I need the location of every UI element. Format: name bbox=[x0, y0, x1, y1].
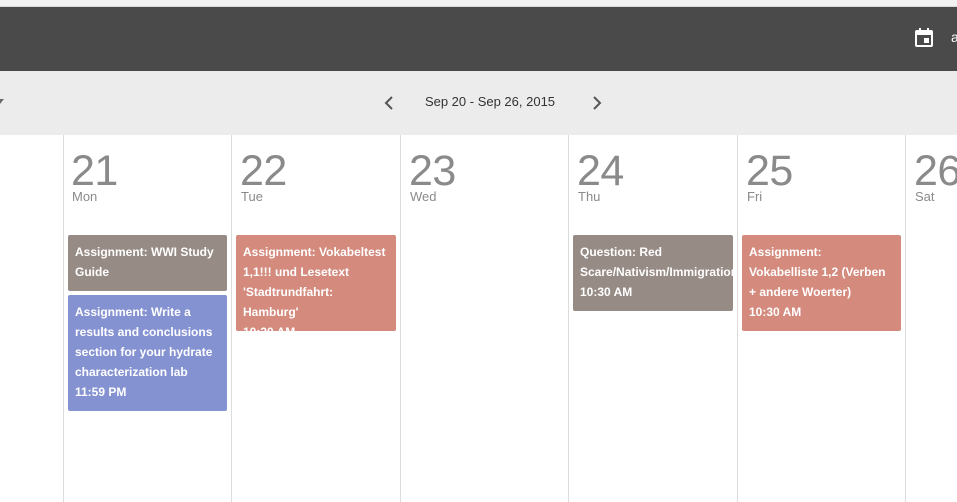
event-vokabelliste[interactable]: Assignment: Vokabelliste 1,2 (Verben + a… bbox=[742, 235, 901, 331]
day-name-thu: Thu bbox=[578, 189, 601, 204]
column-divider bbox=[737, 135, 738, 502]
event-vokabeltest[interactable]: Assignment: Vokabeltest 1,1!!! und Leset… bbox=[236, 235, 396, 331]
chevron-right-icon bbox=[593, 96, 602, 110]
week-grid: 21 Mon 22 Tue 23 Wed 24 Thu 25 Fri 26 Sa… bbox=[0, 135, 957, 502]
browser-top-strip bbox=[0, 0, 957, 7]
event-time: 10:30 AM bbox=[749, 305, 802, 319]
event-title: Assignment: Vokabelliste 1,2 (Verben + a… bbox=[749, 245, 889, 299]
day-name-fri: Fri bbox=[747, 189, 763, 204]
event-title: Assignment: Write a results and conclusi… bbox=[75, 305, 216, 379]
column-divider bbox=[568, 135, 569, 502]
appbar-truncated-label[interactable]: a bbox=[951, 29, 957, 45]
dropdown-arrow-icon[interactable] bbox=[0, 99, 4, 104]
day-name-sat: Sat bbox=[915, 189, 935, 204]
event-time: 10:30 AM bbox=[580, 285, 633, 299]
day-name-wed: Wed bbox=[410, 189, 437, 204]
day-name-mon: Mon bbox=[72, 189, 98, 204]
event-time: 11:59 PM bbox=[75, 385, 127, 399]
next-week-button[interactable] bbox=[585, 91, 609, 115]
column-divider bbox=[63, 135, 64, 502]
event-red-scare-question[interactable]: Question: Red Scare/Nativism/Immigration… bbox=[573, 235, 733, 311]
column-divider bbox=[231, 135, 232, 502]
event-title: Assignment: Vokabeltest 1,1!!! und Leset… bbox=[243, 245, 389, 319]
previous-week-button[interactable] bbox=[377, 91, 401, 115]
calendar-icon[interactable] bbox=[913, 27, 935, 49]
week-navigation-bar: Sep 20 - Sep 26, 2015 bbox=[0, 71, 957, 135]
column-divider bbox=[905, 135, 906, 502]
column-divider bbox=[400, 135, 401, 502]
week-range-label: Sep 20 - Sep 26, 2015 bbox=[424, 94, 556, 109]
app-bar: a bbox=[0, 7, 957, 71]
event-title: Assignment: WWI Study Guide bbox=[75, 245, 218, 279]
event-wwi-study-guide[interactable]: Assignment: WWI Study Guide bbox=[68, 235, 227, 291]
day-name-tue: Tue bbox=[241, 189, 263, 204]
event-time: 10:30 AM bbox=[243, 322, 389, 331]
chevron-left-icon bbox=[384, 96, 393, 110]
event-hydrate-lab[interactable]: Assignment: Write a results and conclusi… bbox=[68, 295, 227, 411]
event-title: Question: Red Scare/Nativism/Immigration bbox=[580, 245, 733, 279]
